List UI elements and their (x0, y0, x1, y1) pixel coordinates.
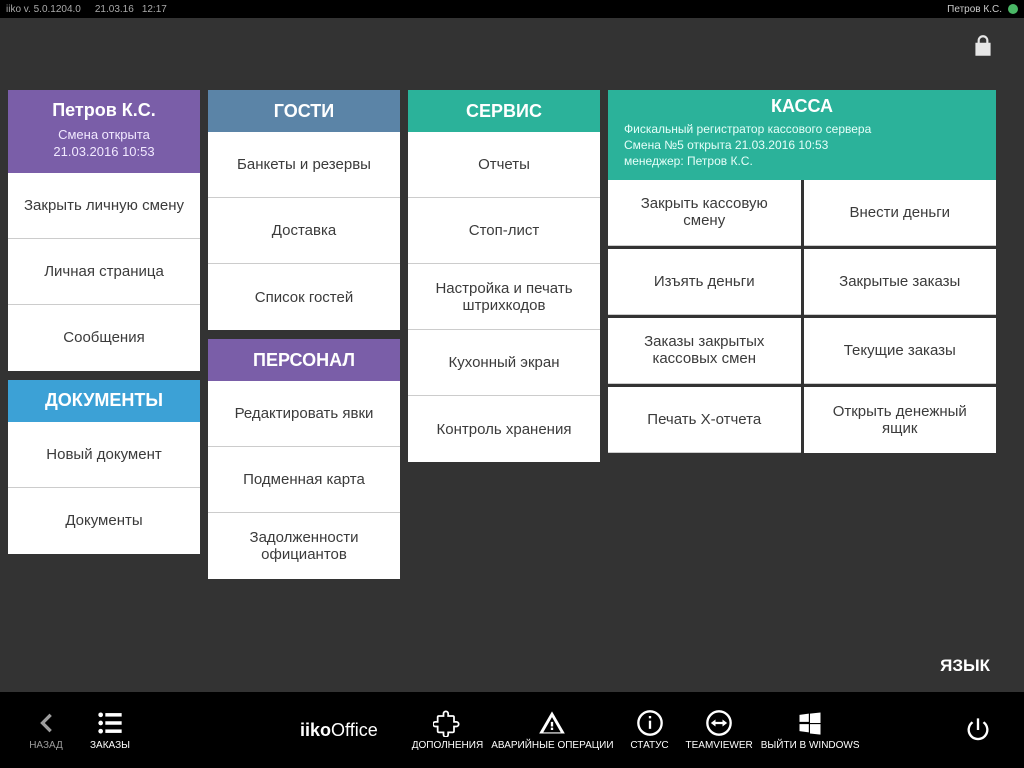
top-user: Петров К.С. (947, 4, 1002, 15)
windows-icon (796, 709, 824, 737)
warning-icon (538, 709, 566, 737)
banquets-reserves-button[interactable]: Банкеты и резервы (208, 132, 400, 198)
stop-list-button[interactable]: Стоп-лист (408, 198, 600, 264)
substitute-card-button[interactable]: Подменная карта (208, 447, 400, 513)
bottom-bar: НАЗАД ЗАКАЗЫ iikoOffice ДОПОЛНЕНИЯ АВАРИ… (0, 692, 1024, 768)
top-time: 12:17 (142, 4, 167, 15)
lock-bar (0, 18, 1024, 78)
closed-shift-orders-button[interactable]: Заказы закрытых кассовых смен (608, 318, 801, 384)
open-cash-drawer-button[interactable]: Открыть денежный ящик (804, 387, 997, 453)
print-x-report-button[interactable]: Печать X-отчета (608, 387, 801, 453)
lock-icon[interactable] (970, 33, 996, 64)
withdraw-money-button[interactable]: Изъять деньги (608, 249, 801, 315)
user-header: Петров К.С. Смена открыта 21.03.2016 10:… (8, 90, 200, 173)
reports-button[interactable]: Отчеты (408, 132, 600, 198)
app-version: iiko v. 5.0.1204.0 (6, 4, 81, 15)
waiter-debts-button[interactable]: Задолженности официантов (208, 513, 400, 579)
back-button[interactable]: НАЗАД (18, 709, 74, 751)
kassa-sub-line3: менеджер: Петров К.С. (624, 153, 984, 169)
language-button[interactable]: ЯЗЫК (940, 656, 990, 676)
edit-attendance-button[interactable]: Редактировать явки (208, 381, 400, 447)
guests-header: ГОСТИ (208, 90, 400, 132)
main-area: Петров К.С. Смена открыта 21.03.2016 10:… (0, 78, 1024, 585)
storage-control-button[interactable]: Контроль хранения (408, 396, 600, 462)
deposit-money-button[interactable]: Внести деньги (804, 180, 997, 246)
kitchen-screen-button[interactable]: Кухонный экран (408, 330, 600, 396)
messages-button[interactable]: Сообщения (8, 305, 200, 371)
kassa-header: КАССА Фискальный регистратор кассового с… (608, 90, 996, 180)
top-date: 21.03.16 (95, 4, 134, 15)
closed-orders-button[interactable]: Закрытые заказы (804, 249, 997, 315)
kassa-title: КАССА (620, 96, 984, 117)
close-personal-shift-button[interactable]: Закрыть личную смену (8, 173, 200, 239)
close-cash-shift-button[interactable]: Закрыть кассовую смену (608, 180, 801, 246)
user-name: Петров К.С. (12, 100, 196, 121)
current-orders-button[interactable]: Текущие заказы (804, 318, 997, 384)
chevron-left-icon (32, 709, 60, 737)
kassa-sub-line1: Фискальный регистратор кассового сервера (624, 121, 984, 137)
top-status-bar: iiko v. 5.0.1204.0 21.03.16 12:17 Петров… (0, 0, 1024, 18)
service-header: СЕРВИС (408, 90, 600, 132)
user-shift-status: Смена открыта 21.03.2016 10:53 (12, 127, 196, 161)
teamviewer-icon (705, 709, 733, 737)
addons-button[interactable]: ДОПОЛНЕНИЯ (412, 709, 484, 751)
power-button[interactable] (950, 716, 1006, 744)
power-icon (964, 716, 992, 744)
iiko-office-brand[interactable]: iikoOffice (300, 720, 378, 741)
documents-header: ДОКУМЕНТЫ (8, 380, 200, 422)
kassa-sub-line2: Смена №5 открыта 21.03.2016 10:53 (624, 137, 984, 153)
orders-button[interactable]: ЗАКАЗЫ (82, 709, 138, 751)
puzzle-icon (433, 709, 461, 737)
delivery-button[interactable]: Доставка (208, 198, 400, 264)
teamviewer-button[interactable]: TEAMVIEWER (686, 709, 753, 751)
list-icon (96, 709, 124, 737)
info-icon (636, 709, 664, 737)
new-document-button[interactable]: Новый документ (8, 422, 200, 488)
exit-windows-button[interactable]: ВЫЙТИ В WINDOWS (761, 709, 860, 751)
personal-page-button[interactable]: Личная страница (8, 239, 200, 305)
emergency-ops-button[interactable]: АВАРИЙНЫЕ ОПЕРАЦИИ (491, 709, 613, 751)
personnel-header: ПЕРСОНАЛ (208, 339, 400, 381)
documents-button[interactable]: Документы (8, 488, 200, 554)
barcode-settings-button[interactable]: Настройка и печать штрихкодов (408, 264, 600, 330)
status-dot-icon (1008, 4, 1018, 14)
status-button[interactable]: СТАТУС (622, 709, 678, 751)
guest-list-button[interactable]: Список гостей (208, 264, 400, 330)
